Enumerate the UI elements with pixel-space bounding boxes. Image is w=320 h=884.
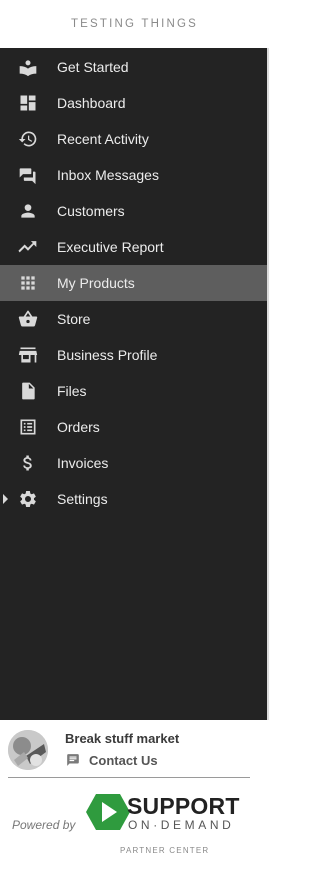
sidebar-item-recent-activity[interactable]: Recent Activity [0, 121, 267, 157]
book-icon [18, 57, 38, 77]
sidebar-item-dashboard[interactable]: Dashboard [0, 85, 267, 121]
business-name: Break stuff market [65, 731, 180, 746]
sidebar: Get Started Dashboard Recent Activity In… [0, 48, 267, 720]
sidebar-item-label: Recent Activity [57, 131, 149, 147]
sidebar-item-label: Customers [57, 203, 125, 219]
sidebar-item-label: Invoices [57, 455, 109, 471]
contact-us-link[interactable]: Contact Us [65, 751, 158, 769]
list-icon [18, 417, 38, 437]
sidebar-item-business-profile[interactable]: Business Profile [0, 337, 267, 373]
sidebar-item-settings[interactable]: Settings [0, 481, 267, 517]
storefront-icon [18, 345, 38, 365]
sidebar-item-get-started[interactable]: Get Started [0, 49, 267, 85]
sidebar-item-label: Files [57, 383, 87, 399]
partner-center-label: PARTNER CENTER [120, 846, 210, 855]
brand-logo-icon [86, 794, 130, 830]
sidebar-item-label: Dashboard [57, 95, 126, 111]
brand-name: SUPPORT [127, 793, 240, 819]
sidebar-item-label: Orders [57, 419, 100, 435]
sidebar-item-files[interactable]: Files [0, 373, 267, 409]
sidebar-item-label: Settings [57, 491, 108, 507]
dashboard-icon [18, 93, 38, 113]
sidebar-item-label: Get Started [57, 59, 129, 75]
sidebar-item-orders[interactable]: Orders [0, 409, 267, 445]
app-title: TESTING THINGS [70, 18, 199, 30]
brand-subtitle: ON·DEMAND [128, 818, 235, 832]
basket-icon [18, 309, 38, 329]
sidebar-item-executive-report[interactable]: Executive Report [0, 229, 267, 265]
sidebar-item-my-products[interactable]: My Products [0, 265, 267, 301]
sidebar-nav: Get Started Dashboard Recent Activity In… [0, 48, 267, 517]
contact-us-label: Contact Us [89, 752, 158, 768]
sidebar-item-invoices[interactable]: Invoices [0, 445, 267, 481]
chat-icon [18, 165, 38, 185]
trend-icon [18, 237, 38, 257]
sidebar-item-label: Inbox Messages [57, 167, 159, 183]
expand-caret-icon[interactable] [3, 494, 8, 504]
dollar-icon [18, 453, 38, 473]
footer-divider [8, 777, 250, 778]
avatar [8, 730, 48, 770]
history-icon [18, 129, 38, 149]
account-card: Break stuff market Contact Us [8, 728, 258, 776]
grid-icon [18, 273, 38, 293]
sidebar-item-label: Business Profile [57, 347, 158, 363]
app-header: TESTING THINGS [0, 0, 269, 48]
sidebar-item-customers[interactable]: Customers [0, 193, 267, 229]
gear-icon [18, 489, 38, 509]
person-icon [18, 201, 38, 221]
sidebar-item-label: My Products [57, 275, 135, 291]
file-icon [18, 381, 38, 401]
sidebar-item-store[interactable]: Store [0, 301, 267, 337]
sidebar-border [267, 48, 269, 720]
powered-by-text: Powered by [12, 818, 76, 832]
sidebar-footer: Break stuff market Contact Us Powered by… [0, 720, 269, 884]
sidebar-item-inbox-messages[interactable]: Inbox Messages [0, 157, 267, 193]
sidebar-item-label: Executive Report [57, 239, 164, 255]
message-icon [67, 754, 79, 766]
sidebar-item-label: Store [57, 311, 91, 327]
